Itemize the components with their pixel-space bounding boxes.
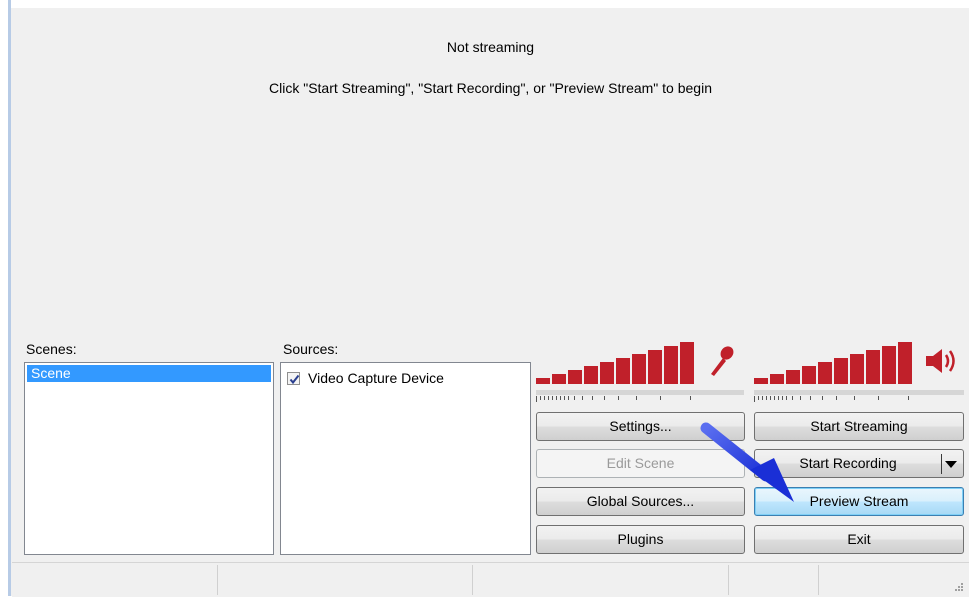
scene-item[interactable]: Scene [27, 365, 271, 382]
scenes-list[interactable]: Scene [24, 362, 274, 555]
source-visible-checkbox[interactable] [287, 371, 300, 385]
source-item-label: Video Capture Device [308, 370, 444, 386]
stream-status-text: Not streaming [446, 39, 535, 55]
source-item[interactable]: Video Capture Device [287, 368, 444, 388]
exit-button[interactable]: Exit [754, 525, 964, 554]
plugins-button[interactable]: Plugins [536, 525, 745, 554]
stream-hint-text: Click "Start Streaming", "Start Recordin… [269, 80, 712, 96]
microphone-icon[interactable] [706, 344, 736, 378]
scenes-label: Scenes: [26, 341, 77, 357]
desktop-volume-meter[interactable] [754, 340, 964, 402]
resize-grip-icon[interactable] [953, 581, 963, 591]
sources-label: Sources: [283, 341, 339, 357]
window-top-edge [0, 0, 969, 8]
preview-area: Not streaming Click "Start Streaming", "… [12, 8, 969, 338]
annotation-arrow-icon [700, 422, 794, 502]
split-separator [941, 454, 942, 474]
sources-list[interactable]: Video Capture Device [280, 362, 531, 555]
chevron-down-icon[interactable] [945, 461, 957, 468]
mic-volume-meter[interactable] [536, 340, 744, 402]
window-left-edge [0, 0, 11, 596]
status-bar [12, 562, 969, 597]
speaker-icon[interactable] [924, 346, 960, 376]
obs-main-window: Not streaming Click "Start Streaming", "… [0, 0, 969, 597]
